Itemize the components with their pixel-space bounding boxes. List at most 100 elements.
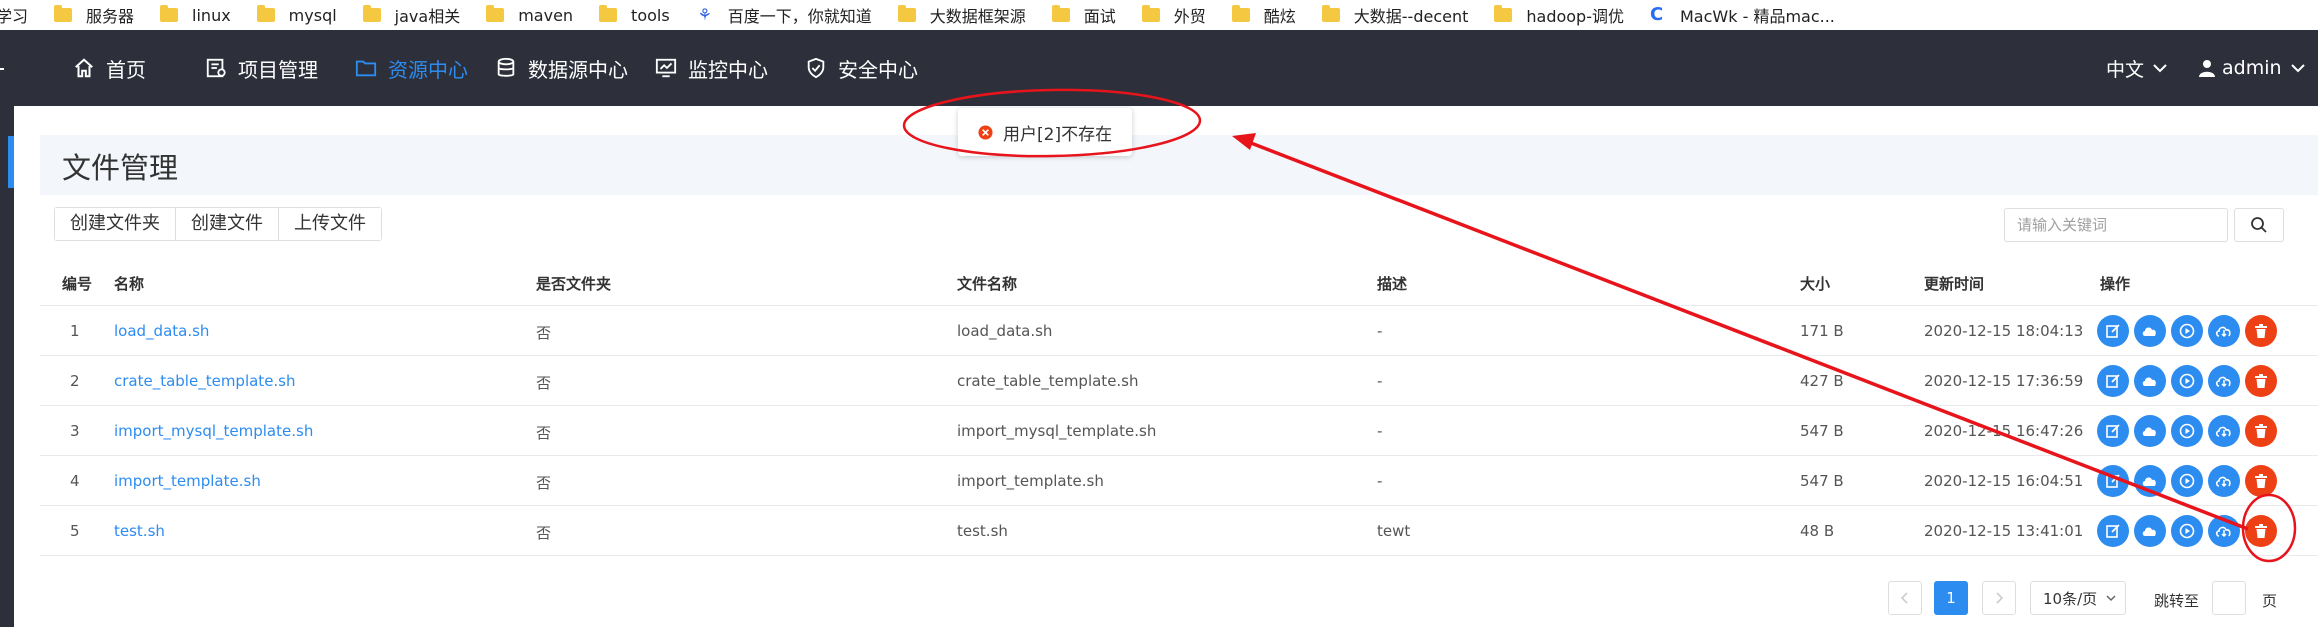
- row-actions: [2097, 415, 2282, 447]
- cell-name[interactable]: load_data.sh: [114, 322, 209, 340]
- folder-icon: [599, 5, 618, 22]
- chevron-left-icon: [1899, 592, 1911, 604]
- top-navigation: 首页 项目管理 资源中心 数据源中心 监控中心 安全中心 中文 admin: [0, 30, 2318, 106]
- rename-cloud-icon: [2141, 373, 2159, 389]
- table-row: 4 import_template.sh 否 import_template.sh - 5…: [40, 456, 2318, 506]
- nav-label: 项目管理: [238, 57, 318, 82]
- download-button[interactable]: [2208, 315, 2240, 347]
- bookmark-item[interactable]: 大数据--decent: [1321, 3, 1468, 27]
- bookmark-label: java相关: [394, 7, 461, 26]
- nav-label: 监控中心: [688, 57, 768, 82]
- bookmark-label: MacWk - 精品mac...: [1680, 7, 1835, 26]
- download-button[interactable]: [2208, 365, 2240, 397]
- bookmark-label: mysql: [288, 5, 337, 25]
- bookmark-item[interactable]: ⚘ 百度一下，你就知道: [696, 3, 872, 27]
- home-icon: [72, 56, 96, 80]
- rename-button[interactable]: [2134, 515, 2166, 547]
- page-header: 文件管理: [40, 135, 2318, 195]
- language-switcher[interactable]: 中文: [2106, 30, 2168, 106]
- baidu-paw-icon: ⚘: [697, 5, 712, 24]
- bookmark-item[interactable]: 服务器: [54, 3, 134, 27]
- bookmark-item[interactable]: 学习: [0, 3, 28, 27]
- rename-button[interactable]: [2134, 315, 2166, 347]
- play-circle-icon: [2179, 423, 2195, 439]
- bookmark-item[interactable]: java相关: [362, 3, 461, 27]
- bookmark-item[interactable]: 大数据框架源: [897, 3, 1026, 27]
- cell-is-dir: 否: [536, 474, 552, 492]
- nav-item-project[interactable]: 项目管理: [204, 30, 318, 106]
- edit-button[interactable]: [2097, 415, 2129, 447]
- nav-item-monitor[interactable]: 监控中心: [654, 30, 768, 106]
- cell-desc: -: [1377, 372, 1383, 390]
- create-folder-button[interactable]: 创建文件夹: [55, 208, 176, 240]
- download-button[interactable]: [2208, 465, 2240, 497]
- search-input[interactable]: [2004, 208, 2228, 242]
- cell-size: 547 B: [1800, 472, 1844, 490]
- bookmark-item[interactable]: C MacWk - 精品mac...: [1650, 3, 1835, 27]
- bookmark-item[interactable]: 外贸: [1141, 3, 1206, 27]
- delete-button[interactable]: [2245, 515, 2277, 547]
- edit-icon: [2105, 323, 2121, 339]
- bookmark-item[interactable]: tools: [599, 5, 670, 25]
- cell-id: 1: [70, 322, 80, 340]
- nav-item-security[interactable]: 安全中心: [804, 30, 918, 106]
- bookmarks-bar: 学习 服务器 linux mysql java相关 maven tools ⚘ 百度一下，你就知…: [0, 0, 2318, 30]
- edit-button[interactable]: [2097, 365, 2129, 397]
- chevron-down-icon: [2152, 60, 2168, 76]
- run-button[interactable]: [2171, 465, 2203, 497]
- delete-button[interactable]: [2245, 365, 2277, 397]
- bookmark-item[interactable]: hadoop-调优: [1494, 3, 1624, 27]
- delete-button[interactable]: [2245, 465, 2277, 497]
- row-actions: [2097, 465, 2282, 497]
- run-button[interactable]: [2171, 365, 2203, 397]
- bookmark-item[interactable]: 酷炫: [1231, 3, 1296, 27]
- page-1-button[interactable]: 1: [1934, 581, 1968, 615]
- download-button[interactable]: [2208, 415, 2240, 447]
- next-page-button[interactable]: [1982, 581, 2016, 615]
- sidebar-collapsed: [0, 106, 14, 627]
- delete-button[interactable]: [2245, 315, 2277, 347]
- cell-name[interactable]: import_template.sh: [114, 472, 261, 490]
- run-button[interactable]: [2171, 315, 2203, 347]
- rename-button[interactable]: [2134, 365, 2166, 397]
- bookmark-item[interactable]: linux: [160, 5, 231, 25]
- edit-button[interactable]: [2097, 465, 2129, 497]
- nav-item-home[interactable]: 首页: [72, 30, 146, 106]
- bookmark-item[interactable]: mysql: [256, 5, 337, 25]
- page-size-select[interactable]: 10条/页: [2030, 581, 2126, 615]
- prev-page-button[interactable]: [1888, 581, 1922, 615]
- folder-icon: [256, 5, 275, 22]
- user-icon: [2198, 59, 2216, 77]
- rename-button[interactable]: [2134, 415, 2166, 447]
- run-button[interactable]: [2171, 515, 2203, 547]
- upload-file-button[interactable]: 上传文件: [279, 208, 381, 240]
- language-label: 中文: [2106, 58, 2145, 81]
- row-actions: [2097, 365, 2282, 397]
- jump-page-input[interactable]: [2212, 581, 2246, 615]
- bookmark-label: 百度一下，你就知道: [727, 7, 872, 26]
- collapse-handle[interactable]: [0, 68, 4, 70]
- user-menu[interactable]: admin: [2198, 30, 2306, 106]
- edit-button[interactable]: [2097, 515, 2129, 547]
- error-circle-icon: [978, 124, 993, 140]
- search-button[interactable]: [2234, 208, 2284, 242]
- cell-size: 48 B: [1800, 522, 1835, 540]
- bookmark-item[interactable]: 面试: [1051, 3, 1116, 27]
- folder-icon: [1051, 5, 1070, 22]
- rename-button[interactable]: [2134, 465, 2166, 497]
- nav-item-datasource[interactable]: 数据源中心: [494, 30, 628, 106]
- create-file-button[interactable]: 创建文件: [176, 208, 279, 240]
- cell-file-name: import_mysql_template.sh: [957, 422, 1157, 440]
- cell-file-name: import_template.sh: [957, 472, 1104, 490]
- error-message-text: 用户[2]不存在: [1003, 124, 1113, 145]
- delete-button[interactable]: [2245, 415, 2277, 447]
- bookmark-label: 酷炫: [1263, 7, 1296, 26]
- cell-name[interactable]: import_mysql_template.sh: [114, 422, 313, 440]
- cell-name[interactable]: test.sh: [114, 522, 165, 540]
- nav-item-resource[interactable]: 资源中心: [354, 30, 468, 106]
- edit-button[interactable]: [2097, 315, 2129, 347]
- run-button[interactable]: [2171, 415, 2203, 447]
- cell-name[interactable]: crate_table_template.sh: [114, 372, 296, 390]
- bookmark-item[interactable]: maven: [486, 5, 573, 25]
- download-button[interactable]: [2208, 515, 2240, 547]
